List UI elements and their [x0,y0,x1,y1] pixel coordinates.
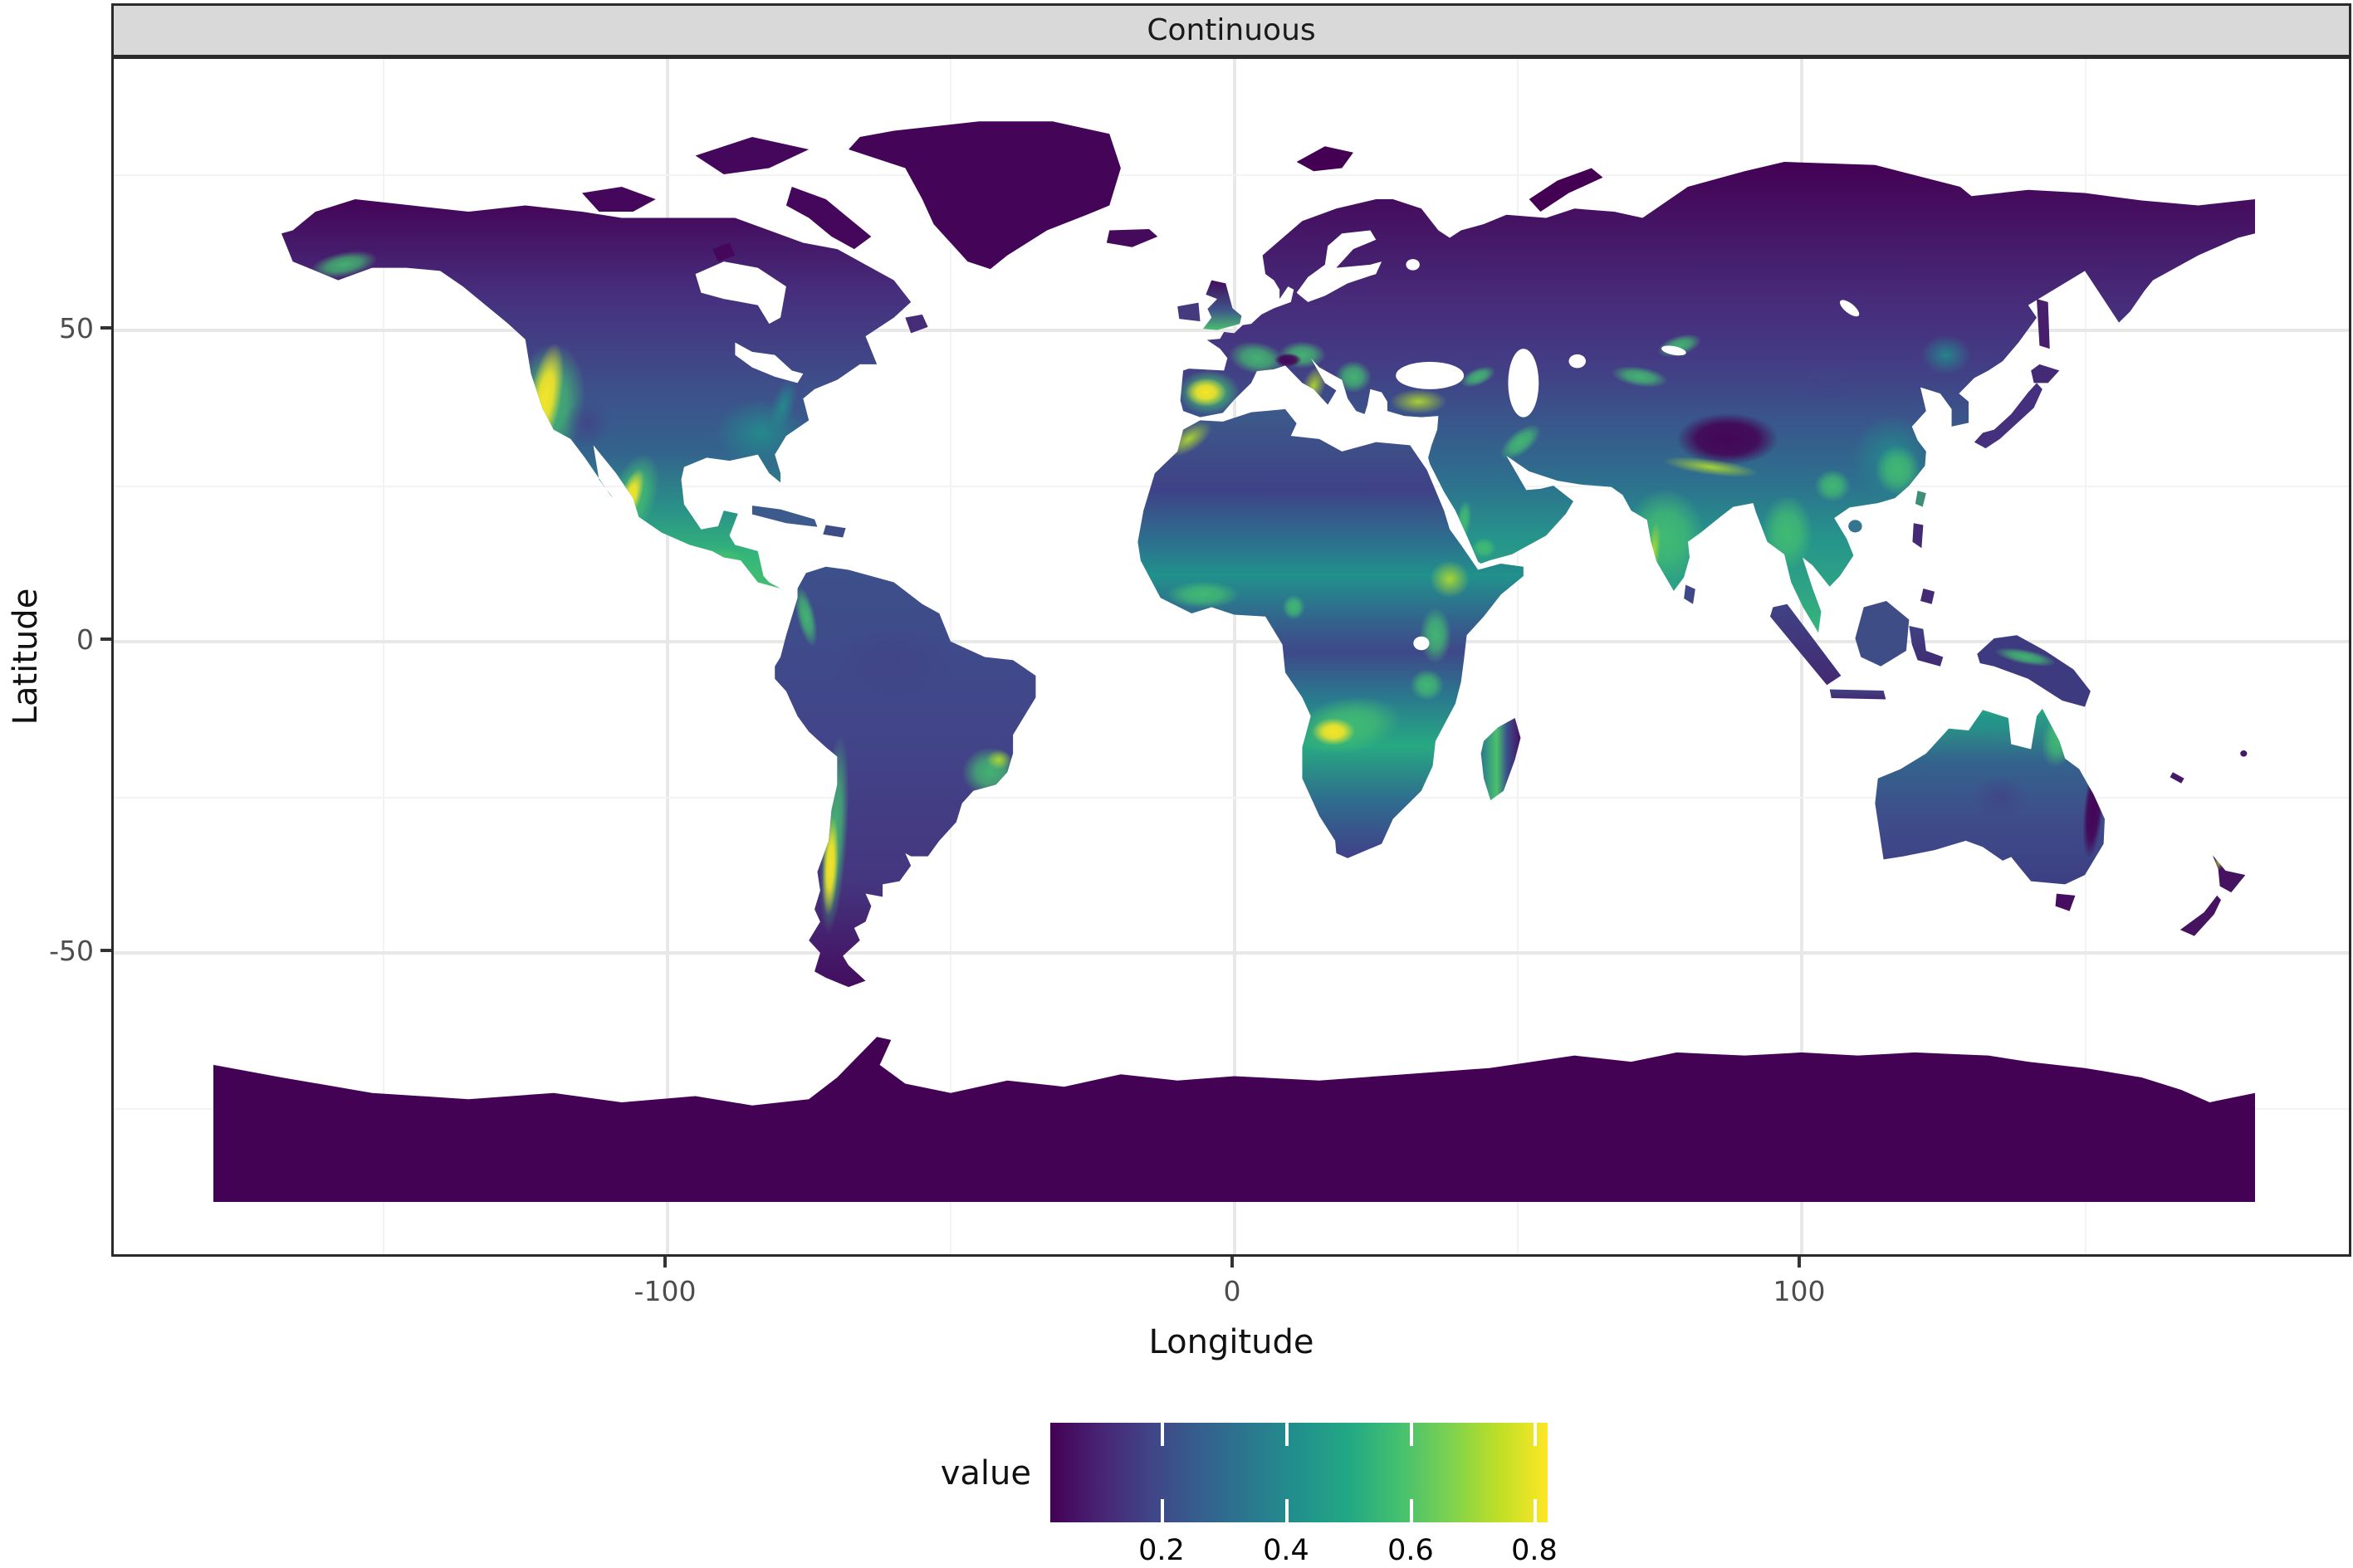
landmasses [213,121,2255,1202]
figure: Continuous 50 0 -50 Latitude -100 0 100 … [0,0,2353,1568]
legend-label-0.8: 0.8 [1511,1534,1558,1567]
landmass-new-caledonia [2170,772,2184,784]
lake-ladoga [1406,259,1420,271]
legend-colorbar [1050,1423,1548,1522]
landmass-tasmania [2055,893,2076,911]
x-axis-label--100: -100 [634,1275,697,1307]
landmass-hispaniola [823,525,846,538]
legend-tick-0.8-top [1533,1423,1537,1446]
landmass-new-guinea [1977,635,2091,707]
landmass-baffin-island [785,187,872,250]
landmass-ellesmere-island [695,137,810,175]
lake-victoria [1413,636,1430,651]
landmass-fiji [2240,750,2248,757]
x-axis-label-0: 0 [1223,1275,1241,1307]
landmass-sri-lanka [1684,584,1695,604]
landmass-novaya-zemlya [1529,168,1603,212]
landmass-sulawesi [1909,625,1944,667]
y-axis-label--50: -50 [49,935,94,967]
landmass-cuba [751,506,818,527]
y-axis-tick-0 [100,637,111,641]
legend-label-0.2: 0.2 [1138,1534,1185,1567]
legend-tick-0.2-top [1160,1423,1164,1446]
facet-strip-label: Continuous [1147,13,1316,47]
landmass-taiwan [1915,491,1926,507]
landmass-new-zealand-north [2212,855,2246,893]
legend-title: value [940,1454,1031,1492]
landmass-java [1829,689,1886,700]
x-axis-title: Longitude [1148,1323,1314,1361]
y-axis-label-50: 50 [59,312,94,344]
landmass-hainan [1848,520,1862,533]
legend-tick-0.4-bottom [1284,1499,1289,1522]
world-raster-map [213,121,2255,1202]
landmass-great-britain [1202,280,1242,330]
legend-tick-0.2-bottom [1160,1499,1164,1522]
x-axis-tick--100 [663,1257,667,1268]
legend-tick-0.6-bottom [1409,1499,1413,1522]
legend-tick-0.6-top [1409,1423,1413,1446]
landmass-antarctica [213,1037,2255,1202]
x-axis-tick-0 [1230,1257,1234,1268]
landmass-hokkaido [2031,364,2060,383]
caspian-sea [1508,349,1539,418]
landmass-greenland [849,121,1121,270]
landmass-new-zealand-south [2179,895,2222,936]
landmass-japan [1974,383,2042,449]
x-axis-label-100: 100 [1773,1275,1826,1307]
landmass-iceland [1106,229,1158,247]
facet-strip: Continuous [111,3,2351,57]
landmass-sumatra [1769,603,1842,686]
landmass-ireland [1177,302,1201,322]
landmass-mindanao [1920,588,1935,604]
aral-sea [1568,354,1586,369]
landmass-sakhalin [2037,299,2050,349]
landmass-luzon [1912,523,1924,549]
black-sea [1396,361,1465,389]
y-axis-title: Latitude [7,588,45,725]
landmass-victoria-island [581,187,656,212]
y-axis-tick-50 [100,326,111,330]
landmass-newfoundland [905,314,928,334]
legend-tick-0.8-bottom [1533,1499,1537,1522]
landmass-borneo [1855,600,1910,667]
landmass-madagascar [1480,718,1521,801]
legend-label-0.4: 0.4 [1263,1534,1309,1567]
landmass-svalbard [1296,146,1353,172]
plot-panel [111,56,2351,1257]
x-axis-tick-100 [1798,1257,1801,1268]
y-axis-tick--50 [100,949,111,952]
legend-label-0.6: 0.6 [1387,1534,1434,1567]
legend-tick-0.4-top [1284,1423,1289,1446]
